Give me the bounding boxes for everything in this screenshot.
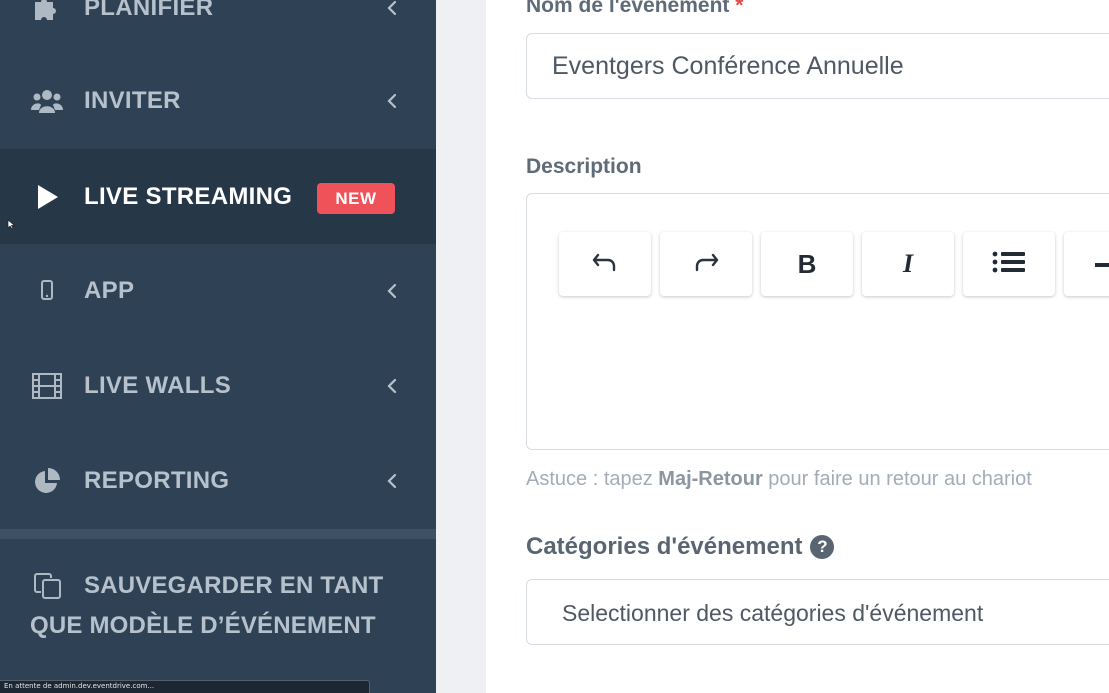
redo-icon [693,251,719,278]
puzzle-icon [30,0,64,23]
description-label: Description [526,155,642,178]
sidebar-item-label: LIVE STREAMING [84,182,293,210]
list-icon [992,250,1026,279]
chevron-left-icon [383,472,401,490]
redo-button[interactable] [660,232,752,296]
sidebar-item-label: PLANIFIER [84,0,214,21]
event-name-label-text: Nom de l'événement [526,0,730,17]
mouse-cursor-icon [7,219,16,230]
sidebar-item-label: APP [84,276,135,304]
save-template-label-line1: SAUVEGARDER EN TANT [84,572,384,599]
sidebar-item-label: INVITER [84,86,181,114]
help-icon[interactable]: ? [810,535,835,559]
users-icon [30,86,64,116]
categories-select[interactable]: Selectionner des catégories d'événement [526,579,1109,645]
undo-icon [592,251,618,278]
mobile-icon [30,276,64,306]
required-mark: * [735,0,744,17]
sidebar-item-app[interactable]: APP [0,243,436,338]
pie-chart-icon [30,466,64,496]
event-name-input[interactable]: Eventgers Conférence Annuelle [526,33,1109,99]
event-name-value: Eventgers Conférence Annuelle [552,52,904,80]
sidebar-item-live-walls[interactable]: LIVE WALLS [0,338,436,433]
film-icon [30,371,64,401]
categories-placeholder: Selectionner des catégories d'événement [562,600,984,626]
description-hint: Astuce : tapez Maj-Retour pour faire un … [526,468,1032,491]
hint-key: Maj-Retour [658,468,763,490]
sidebar: PLANIFIER INVITER LIVE STREAMING NEW APP… [0,0,436,693]
sidebar-item-label: REPORTING [84,466,230,494]
hint-suffix: pour faire un retour au chariot [762,468,1032,490]
hint-prefix: Astuce : tapez [526,468,659,490]
sidebar-item-inviter[interactable]: INVITER [0,53,436,148]
minus-icon [1095,255,1109,273]
content-gutter [436,0,486,693]
browser-status-bar: En attente de admin.dev.eventdrive.com..… [0,680,370,693]
sidebar-item-label: LIVE WALLS [84,371,231,399]
undo-button[interactable] [559,232,651,296]
status-bar-text: En attente de admin.dev.eventdrive.com..… [4,682,155,690]
play-icon [30,182,64,212]
categories-label-text: Catégories d'événement [526,533,803,560]
save-template-label-line2: QUE MODÈLE D’ÉVÉNEMENT [30,612,376,639]
sidebar-item-planifier[interactable]: PLANIFIER [0,0,436,55]
italic-button[interactable]: I [862,232,954,296]
copy-icon [33,572,63,605]
event-form: Nom de l'événement * Eventgers Conférenc… [486,0,1109,693]
description-editor[interactable]: B I [526,193,1109,450]
sidebar-item-reporting[interactable]: REPORTING [0,433,436,528]
sidebar-separator [0,529,436,539]
italic-label: I [902,249,914,278]
chevron-left-icon [383,92,401,110]
event-name-label: Nom de l'événement * [526,0,743,18]
categories-label: Catégories d'événement ? [526,533,835,561]
new-badge: NEW [317,183,395,214]
bold-label: B [797,248,817,279]
sidebar-item-live-streaming[interactable]: LIVE STREAMING NEW [0,149,436,244]
chevron-left-icon [383,282,401,300]
chevron-left-icon [383,377,401,395]
bold-button[interactable]: B [761,232,853,296]
horizontal-rule-button[interactable] [1064,232,1109,296]
chevron-left-icon [383,0,401,17]
list-button[interactable] [963,232,1055,296]
